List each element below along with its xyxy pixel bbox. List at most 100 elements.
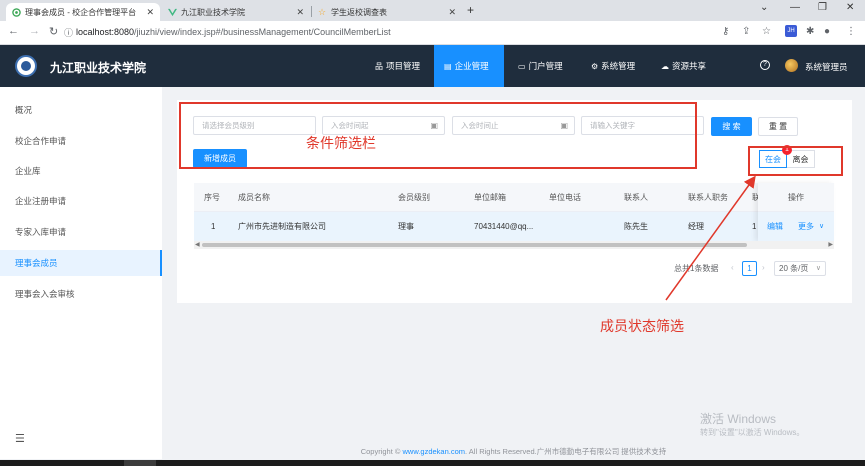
nav-portal[interactable]: ▭ 门户管理	[508, 45, 573, 87]
cell-index: 1	[211, 222, 216, 231]
pagination-total: 总共1条数据	[674, 264, 719, 273]
browser-tab-survey[interactable]: ☆ 学生返校调查表 ✕	[312, 3, 462, 21]
sitemap-icon: 品	[375, 61, 383, 71]
bookmark-star-icon[interactable]: ☆	[762, 26, 771, 37]
prev-page-icon[interactable]: ‹	[731, 263, 734, 272]
help-icon[interactable]: ?	[760, 60, 770, 70]
tab-title: 理事会成员 - 校企合作管理平台	[25, 7, 137, 17]
more-link[interactable]: 更多	[798, 212, 814, 241]
copyright-icon: ©	[394, 447, 401, 456]
sidebar-item-overview[interactable]: 概况	[0, 97, 162, 123]
page-size-value: 20 条/页	[779, 264, 809, 273]
taskbar-item[interactable]	[124, 460, 156, 466]
url-path: /jiuzhi/view/index.jsp#/businessManageme…	[134, 27, 391, 37]
sidebar-item-council-review[interactable]: 理事会入会审核	[0, 281, 162, 307]
document-icon: ▤	[444, 61, 452, 71]
col-level: 会员级别	[398, 193, 430, 202]
browser-tab-school[interactable]: 九江职业技术学院 ✕	[162, 3, 310, 21]
menu-fold-icon[interactable]: ☰	[15, 432, 25, 445]
windows-activation-title: 激活 Windows	[700, 412, 777, 426]
col-email: 单位邮箱	[474, 193, 506, 202]
monitor-icon: ▭	[518, 61, 526, 71]
forward-arrow-icon[interactable]: →	[29, 25, 40, 37]
close-tab-icon[interactable]: ✕	[448, 7, 456, 18]
close-icon[interactable]: ✕	[846, 2, 854, 13]
user-name[interactable]: 系统管理员	[805, 61, 848, 73]
sidebar-item-cooperation-apply[interactable]: 校企合作申请	[0, 128, 162, 154]
new-tab-icon[interactable]: +	[467, 3, 474, 17]
sidebar-item-council-members[interactable]: 理事会成员	[0, 250, 162, 276]
scroll-thumb[interactable]	[202, 243, 747, 247]
extension-icon[interactable]: JH	[785, 25, 797, 37]
url-field[interactable]: localhost:8080/jiuzhi/view/index.jsp#/bu…	[76, 27, 391, 37]
copyright-footer: Copyright © www.gzdekan.com. All Rights …	[162, 446, 865, 460]
footer-suffix: . All Rights Reserved.广州市德勤电子有限公司 提供技术支持	[465, 447, 667, 456]
cloud-icon: ☁	[661, 61, 669, 71]
cell-extra: 1	[752, 222, 757, 231]
share-icon[interactable]: ⇪	[742, 26, 750, 37]
footer-prefix: Copyright	[360, 447, 395, 456]
cell-email: 70431440@qq...	[474, 222, 534, 231]
cell-contact-title: 经理	[688, 222, 704, 231]
more-vert-icon[interactable]: ⋮	[846, 26, 856, 37]
close-tab-icon[interactable]: ✕	[146, 7, 154, 18]
restore-icon[interactable]: ❐	[818, 2, 827, 13]
profile-icon[interactable]: ●	[824, 26, 830, 37]
vue-favicon-icon	[168, 8, 177, 17]
horizontal-scrollbar[interactable]: ◀ ▶	[194, 241, 834, 249]
nav-enterprise[interactable]: ▤ 企业管理	[434, 45, 504, 87]
footer-link[interactable]: www.gzdekan.com	[403, 447, 466, 456]
operation-cell: 编辑 更多 ∨	[758, 212, 834, 241]
nav-project[interactable]: 品项目管理	[365, 45, 430, 87]
table-row[interactable]: 1 广州市先进制造有限公司 理事 70431440@qq... 陈先生 经理 1	[194, 212, 834, 241]
browser-tab-council[interactable]: 理事会成员 - 校企合作管理平台 ✕	[6, 3, 160, 21]
next-page-icon[interactable]: ›	[762, 263, 765, 272]
cell-contact: 陈先生	[624, 222, 648, 231]
sidebar-item-enterprise-library[interactable]: 企业库	[0, 158, 162, 184]
nav-system[interactable]: ⚙ 系统管理	[581, 45, 645, 87]
nav-label: 资源共享	[672, 61, 707, 71]
scroll-right-icon[interactable]: ▶	[828, 241, 833, 249]
back-arrow-icon[interactable]: ←	[8, 25, 19, 37]
nav-label: 项目管理	[386, 61, 421, 71]
filter-bar-annotation: 条件筛选栏	[306, 135, 376, 151]
close-tab-icon[interactable]: ✕	[296, 7, 304, 18]
site-favicon-icon	[12, 7, 21, 17]
scroll-left-icon[interactable]: ◀	[195, 241, 200, 249]
reload-icon[interactable]: ↻	[49, 25, 58, 38]
search-button[interactable]: 搜 索	[711, 117, 752, 136]
url-host: localhost:8080	[76, 27, 135, 37]
avatar[interactable]	[785, 59, 798, 72]
school-logo	[15, 55, 37, 77]
browser-tab-bar: 理事会成员 - 校企合作管理平台 ✕ 九江职业技术学院 ✕ ☆ 学生返校调查表 …	[0, 0, 865, 21]
page-number[interactable]: 1	[742, 261, 757, 276]
gear-icon: ⚙	[591, 61, 599, 71]
status-filter-highlight	[748, 146, 843, 176]
puzzle-icon[interactable]: ✱	[806, 26, 814, 37]
col-name: 成员名称	[238, 193, 270, 202]
sidebar-item-expert-apply[interactable]: 专家入库申请	[0, 219, 162, 245]
col-index: 序号	[204, 193, 220, 202]
cell-name: 广州市先进制造有限公司	[238, 222, 326, 231]
tab-title: 九江职业技术学院	[181, 7, 245, 17]
minimize-icon[interactable]: —	[790, 2, 800, 13]
reset-button[interactable]: 重 置	[758, 117, 798, 136]
sidebar: 概况 校企合作申请 企业库 企业注册申请 专家入库申请 理事会成员 理事会入会审…	[0, 87, 162, 459]
sidebar-item-enterprise-register[interactable]: 企业注册申请	[0, 188, 162, 214]
nav-label: 门户管理	[528, 61, 563, 71]
chevron-down-icon[interactable]: ⌄	[760, 2, 768, 13]
edit-link[interactable]: 编辑	[767, 212, 783, 241]
key-icon[interactable]: ⚷	[722, 26, 729, 37]
nav-label: 企业管理	[454, 61, 489, 71]
chevron-down-icon: ∨	[815, 265, 821, 272]
chevron-down-icon[interactable]: ∨	[819, 212, 824, 241]
page-size-select[interactable]: 20 条/页 ∨	[774, 261, 826, 276]
nav-label: 系统管理	[601, 61, 636, 71]
cell-level: 理事	[398, 222, 414, 231]
star-favicon-icon: ☆	[318, 6, 327, 17]
nav-resource[interactable]: ☁ 资源共享	[651, 45, 716, 87]
col-contact: 联系人	[624, 193, 648, 202]
info-icon[interactable]: ⓘ	[64, 26, 73, 39]
address-bar: ← → ↻ ⓘ localhost:8080/jiuzhi/view/index…	[0, 21, 865, 45]
col-phone: 单位电话	[549, 193, 581, 202]
